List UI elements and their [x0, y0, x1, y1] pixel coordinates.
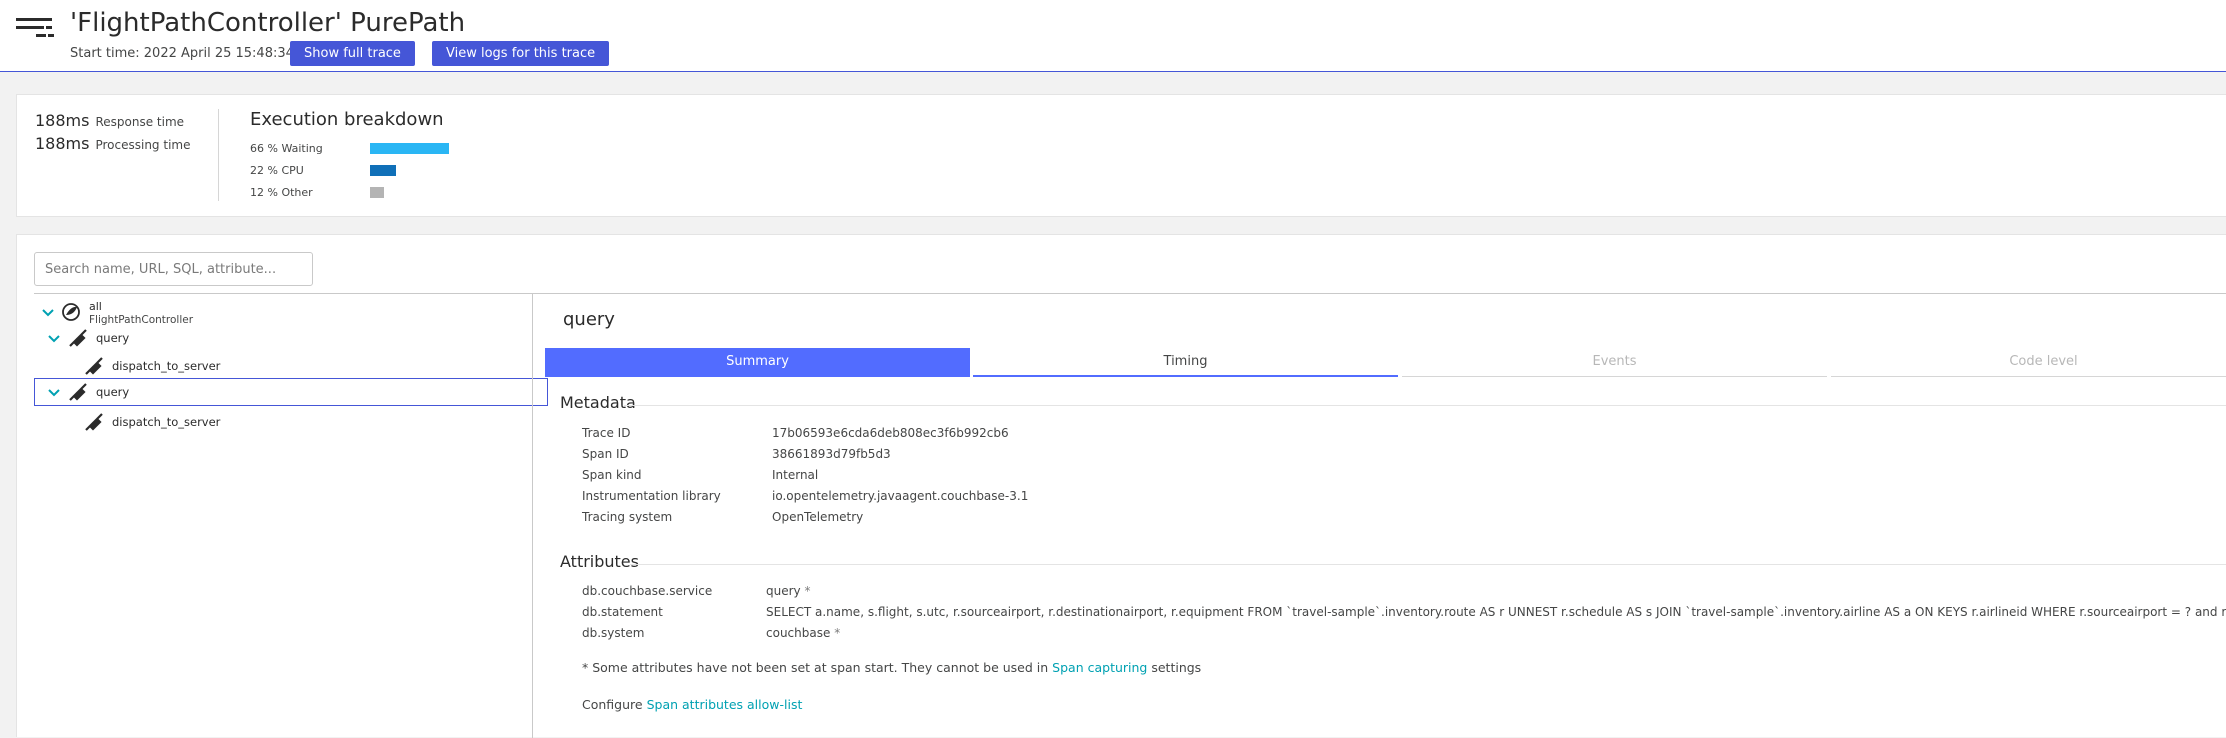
metadata-key: Span ID — [582, 447, 629, 461]
configure-note: Configure Span attributes allow-list — [582, 697, 802, 712]
response-time-label: Response time — [95, 115, 185, 129]
breakdown-waiting-bar — [370, 143, 449, 154]
divider — [218, 109, 219, 201]
allow-list-link[interactable]: Span attributes allow-list — [647, 697, 803, 712]
metadata-value: 17b06593e6cda6deb808ec3f6b992cb6 — [772, 426, 1009, 440]
metadata-key: Instrumentation library — [582, 489, 721, 503]
span-tree: all FlightPathController query dispatch_… — [34, 294, 548, 738]
response-time-value: 188ms — [35, 111, 90, 130]
tree-node-query-selected[interactable]: query — [34, 378, 548, 406]
divider — [624, 405, 2226, 406]
breakdown-waiting-label: 66 % Waiting — [250, 142, 323, 155]
spring-icon — [62, 303, 80, 321]
menu-icon[interactable] — [16, 17, 60, 39]
attribute-value-text: SELECT a.name, s.flight, s.utc, r.source… — [766, 605, 2226, 619]
response-time: 188ms Response time — [35, 111, 184, 130]
chevron-down-icon[interactable] — [48, 389, 60, 397]
breakdown-cpu-bar — [370, 165, 396, 176]
show-full-trace-button[interactable]: Show full trace — [290, 41, 415, 66]
attribute-star: * — [804, 584, 811, 598]
processing-time: 188ms Processing time — [35, 134, 190, 153]
attribute-key: db.statement — [582, 605, 663, 619]
divider — [532, 294, 533, 738]
detail-title: query — [563, 309, 615, 330]
metadata-title: Metadata — [560, 393, 636, 412]
divider — [630, 564, 2226, 565]
attribute-value-text: query — [766, 584, 801, 598]
tree-node-label: query — [96, 331, 130, 345]
capture-note: * Some attributes have not been set at s… — [582, 660, 1201, 675]
attribute-value: query * — [766, 584, 810, 598]
chevron-down-icon[interactable] — [42, 309, 54, 317]
search-input[interactable] — [34, 252, 313, 286]
processing-time-label: Processing time — [95, 138, 191, 152]
tree-node-label: all — [89, 300, 102, 313]
metadata-value: Internal — [772, 468, 819, 482]
attribute-value-text: couchbase — [766, 626, 831, 640]
span-icon — [69, 329, 87, 347]
processing-time-value: 188ms — [35, 134, 90, 153]
attributes-title: Attributes — [560, 552, 639, 571]
attribute-key: db.system — [582, 626, 645, 640]
breakdown-other-bar — [370, 187, 384, 198]
tab-summary[interactable]: Summary — [545, 348, 970, 377]
metadata-key: Trace ID — [582, 426, 631, 440]
page-header: 'FlightPathController' PurePath Start ti… — [0, 0, 2226, 72]
start-time: Start time: 2022 April 25 15:48:34 — [70, 46, 294, 61]
configure-text: Configure — [582, 697, 643, 712]
span-detail: query Summary Timing Events Code level M… — [542, 294, 2226, 738]
metadata-key: Span kind — [582, 468, 642, 482]
tab-code-level[interactable]: Code level — [1831, 348, 2226, 377]
span-icon — [69, 383, 87, 401]
attribute-key: db.couchbase.service — [582, 584, 713, 598]
attribute-value: SELECT a.name, s.flight, s.utc, r.source… — [766, 605, 2226, 619]
span-icon — [85, 357, 103, 375]
tree-node-query[interactable]: query — [34, 324, 548, 352]
attribute-star: * — [834, 626, 841, 640]
purepath-panel: all FlightPathController query dispatch_… — [16, 234, 2226, 738]
metadata-key: Tracing system — [582, 510, 673, 524]
chevron-down-icon[interactable] — [48, 335, 60, 343]
tree-node-dispatch[interactable]: dispatch_to_server — [34, 408, 548, 436]
note-suffix: settings — [1151, 660, 1202, 675]
summary-panel: 188ms Response time 188ms Processing time … — [16, 94, 2226, 217]
metadata-value: 38661893d79fb5d3 — [772, 447, 891, 461]
view-logs-button[interactable]: View logs for this trace — [432, 41, 610, 66]
tree-node-label: query — [96, 385, 130, 399]
breakdown-cpu-label: 22 % CPU — [250, 164, 304, 177]
note-text: * Some attributes have not been set at s… — [582, 660, 1049, 675]
execution-breakdown-title: Execution breakdown — [250, 109, 444, 130]
page-title: 'FlightPathController' PurePath — [70, 8, 466, 38]
tab-events[interactable]: Events — [1402, 348, 1827, 377]
metadata-value: OpenTelemetry — [772, 510, 864, 524]
breakdown-other-label: 12 % Other — [250, 186, 313, 199]
tree-node-label: dispatch_to_server — [112, 359, 221, 373]
attribute-value: couchbase * — [766, 626, 840, 640]
span-icon — [85, 413, 103, 431]
metadata-value: io.opentelemetry.javaagent.couchbase-3.1 — [772, 489, 1029, 503]
tree-node-label: dispatch_to_server — [112, 415, 221, 429]
tree-node-dispatch[interactable]: dispatch_to_server — [34, 352, 548, 380]
span-capturing-link[interactable]: Span capturing — [1052, 660, 1147, 675]
tab-timing[interactable]: Timing — [973, 348, 1398, 377]
